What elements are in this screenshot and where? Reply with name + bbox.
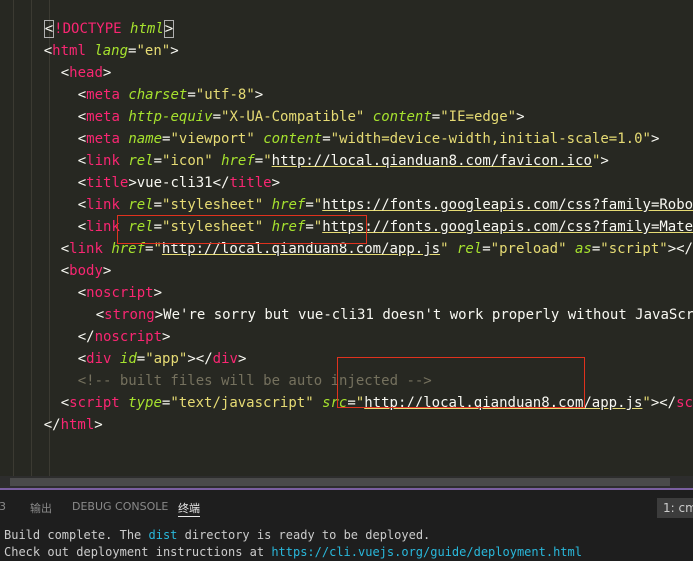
- panel-tab-bar: 3 输出 DEBUG CONSOLE 终端 1: cmd: [0, 490, 693, 524]
- tab-terminal[interactable]: 终端: [178, 500, 200, 516]
- code-line-noscript-close[interactable]: </noscript>: [44, 304, 171, 345]
- code-line-head-open[interactable]: <head>: [27, 40, 112, 81]
- code-line-html-close[interactable]: </html>: [10, 392, 103, 433]
- code-line-meta-charset[interactable]: <meta charset="utf-8">: [44, 62, 264, 103]
- terminal-line-build-complete: Build complete. The dist directory is re…: [4, 528, 431, 542]
- tab-debug-console[interactable]: DEBUG CONSOLE: [72, 500, 168, 513]
- code-line-link-stylesheet-material[interactable]: <link rel="stylesheet" href="https://fon…: [44, 194, 693, 235]
- terminal-select-dropdown[interactable]: 1: cmd: [657, 498, 693, 518]
- code-line-meta-http-equiv[interactable]: <meta http-equiv="X-UA-Compatible" conte…: [44, 84, 525, 125]
- code-line-link-stylesheet-roboto[interactable]: <link rel="stylesheet" href="https://fon…: [44, 172, 693, 213]
- code-line-noscript-open[interactable]: <noscript>: [44, 260, 162, 301]
- scrollbar-thumb[interactable]: [10, 478, 670, 486]
- tab-output[interactable]: 输出: [30, 500, 52, 516]
- active-tab-indicator: [178, 516, 200, 517]
- terminal-line-deployment: Check out deployment instructions at htt…: [4, 545, 582, 559]
- code-line-strong[interactable]: <strong>We're sorry but vue-cli31 doesn'…: [62, 282, 693, 323]
- code-line-meta-viewport[interactable]: <meta name="viewport" content="width=dev…: [44, 106, 660, 147]
- favicon-url-link[interactable]: http://local.qianduan8.com/favicon.ico: [272, 153, 592, 169]
- tab-problems-count[interactable]: 3: [0, 500, 6, 513]
- highlight-box-preload-url: [117, 215, 367, 244]
- code-line-link-icon[interactable]: <link rel="icon" href="http://local.qian…: [44, 128, 609, 169]
- code-line-doctype[interactable]: <!DOCTYPE html>: [10, 0, 175, 38]
- code-editor[interactable]: <!DOCTYPE html> <html lang="en"> <head> …: [0, 0, 693, 476]
- code-line-title[interactable]: <title>vue-cli31</title>: [44, 150, 280, 191]
- horizontal-scrollbar[interactable]: [0, 476, 693, 488]
- code-line-div-app[interactable]: <div id="app"></div>: [44, 326, 247, 367]
- deployment-guide-link[interactable]: https://cli.vuejs.org/guide/deployment.h…: [271, 545, 582, 559]
- code-line-body-open[interactable]: <body>: [27, 238, 112, 279]
- dist-directory-name: dist: [148, 528, 178, 542]
- code-line-html-open[interactable]: <html lang="en">: [10, 18, 179, 59]
- terminal-output[interactable]: Build complete. The dist directory is re…: [0, 524, 693, 561]
- highlight-box-script-url: [337, 357, 585, 408]
